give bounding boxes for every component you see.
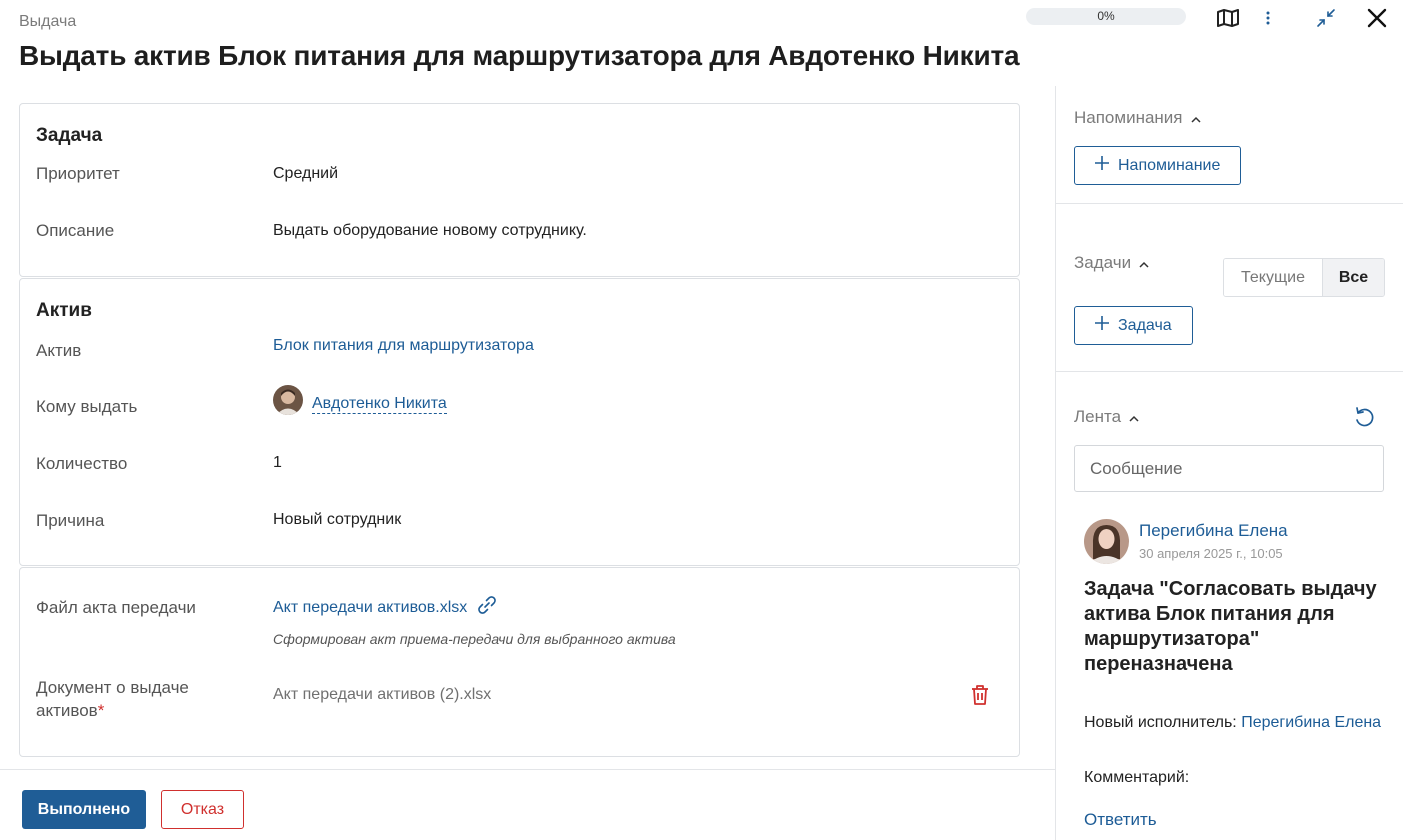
add-reminder-button[interactable]: Напоминание [1074,146,1242,185]
tab-all[interactable]: Все [1322,259,1384,296]
map-icon[interactable] [1214,6,1242,30]
priority-label: Приоритет [36,164,120,183]
feed-timestamp: 30 апреля 2025 г., 10:05 [1139,546,1283,561]
reject-button[interactable]: Отказ [161,790,244,829]
reminders-title: Напоминания [1074,108,1183,127]
description-value: Выдать оборудование новому сотруднику. [273,222,587,239]
page-title: Выдать актив Блок питания для маршрутиза… [19,40,1020,71]
reason-label: Причина [36,511,105,530]
tasks-divider [1056,371,1403,372]
feed-section-toggle[interactable]: Лента [1074,407,1139,427]
quantity-label: Количество [36,454,128,473]
task-card: Задача Приоритет Средний Описание Выдать… [19,103,1020,277]
collapse-icon[interactable] [1314,6,1338,30]
recipient-name[interactable]: Авдотенко Никита [312,395,447,414]
act-file-note: Сформирован акт приема-передачи для выбр… [273,631,676,647]
avatar [273,385,303,415]
feed-title: Лента [1074,407,1122,426]
add-task-label: Задача [1118,316,1172,334]
add-reminder-label: Напоминание [1118,156,1221,174]
asset-card: Актив Актив Блок питания для маршрутизат… [19,278,1020,566]
chevron-up-icon [1139,253,1149,273]
reply-link[interactable]: Ответить [1084,810,1157,830]
more-vertical-icon[interactable] [1260,6,1276,30]
priority-value: Средний [273,165,339,182]
reminders-section-toggle[interactable]: Напоминания [1074,108,1201,128]
avatar [1084,519,1129,564]
tasks-filter: Текущие Все [1223,258,1385,297]
plus-icon [1095,156,1109,175]
new-executor-label: Новый исполнитель: [1084,714,1237,731]
new-executor-link[interactable]: Перегибина Елена [1241,714,1381,731]
add-task-button[interactable]: Задача [1074,306,1193,345]
chevron-up-icon [1129,407,1139,427]
done-button[interactable]: Выполнено [22,790,146,829]
asset-link[interactable]: Блок питания для маршрутизатора [273,337,534,355]
feed-executor-line: Новый исполнитель: Перегибина Елена [1084,709,1384,736]
document-file[interactable]: Акт передачи активов (2).xlsx [273,686,491,704]
tab-current[interactable]: Текущие [1224,259,1322,296]
chevron-up-icon [1190,108,1201,128]
document-label-text: Документ о выдаче активов [36,678,189,720]
required-mark: * [97,701,105,720]
files-card: Файл акта передачи Акт передачи активов.… [19,567,1020,757]
reason-value: Новый сотрудник [273,511,402,528]
tasks-title: Задачи [1074,253,1132,272]
feed-author-link[interactable]: Перегибина Елена [1139,521,1288,541]
act-file[interactable]: Акт передачи активов.xlsx [273,594,498,621]
quantity-value: 1 [273,454,282,471]
link-icon[interactable] [476,594,498,621]
recipient-label: Кому выдать [36,397,138,416]
asset-card-title: Актив [36,300,92,321]
asset-label: Актив [36,341,82,360]
trash-icon[interactable] [970,684,990,711]
footer-divider [0,769,1055,770]
act-file-link[interactable]: Акт передачи активов.xlsx [273,599,467,617]
sidebar-divider [1055,86,1056,840]
recipient-link[interactable]: Авдотенко Никита [312,395,447,414]
close-icon[interactable] [1365,6,1389,30]
description-label: Описание [36,221,115,240]
breadcrumb[interactable]: Выдача [19,13,76,31]
progress-text: 0% [1097,9,1115,23]
tasks-section-toggle[interactable]: Задачи [1074,253,1149,273]
plus-icon [1095,316,1109,335]
feed-comment-label: Комментарий: [1084,769,1190,786]
document-label: Документ о выдаче активов* [36,676,236,722]
refresh-icon[interactable] [1353,406,1375,433]
act-file-label: Файл акта передачи [36,598,196,617]
reminders-divider [1056,203,1403,204]
message-input[interactable] [1074,445,1384,492]
feed-headline: Задача "Согласовать выдачу актива Блок п… [1084,578,1377,675]
progress-bar: 0% [1026,8,1186,25]
task-card-title: Задача [36,125,103,146]
